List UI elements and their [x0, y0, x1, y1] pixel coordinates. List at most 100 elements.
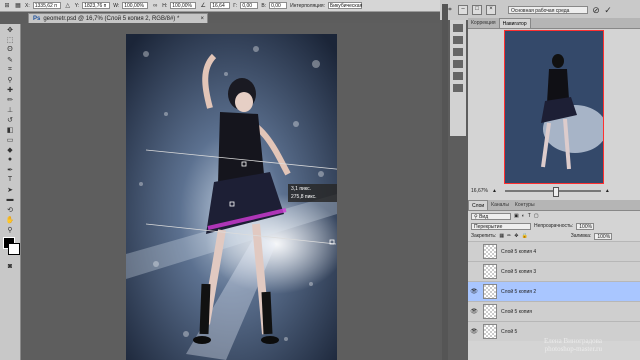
workspace-select[interactable]: Основная рабочая среда: [508, 6, 588, 14]
close-window-button[interactable]: ×: [486, 5, 496, 15]
y-field[interactable]: 1823,76 п: [82, 2, 111, 9]
history-brush-icon[interactable]: ↺: [4, 115, 16, 124]
angle-field[interactable]: 16,64: [210, 2, 231, 9]
layer-name[interactable]: Слой 5: [501, 329, 517, 335]
layer-name[interactable]: Слой 5 копия 4: [501, 249, 536, 255]
quick-mask-icon[interactable]: ◙: [4, 262, 16, 271]
interpolation-select[interactable]: Бикубическая: [327, 2, 362, 9]
maximize-button[interactable]: □: [472, 5, 482, 15]
paragraph-panel-icon[interactable]: [453, 72, 463, 80]
stamp-tool-icon[interactable]: ⊥: [4, 105, 16, 114]
visibility-eye-icon[interactable]: 👁: [468, 288, 480, 295]
visibility-eye-icon[interactable]: 👁: [468, 308, 480, 315]
eraser-tool-icon[interactable]: ◧: [4, 125, 16, 134]
brush-panel-icon[interactable]: [453, 48, 463, 56]
tab-navigator[interactable]: Навигатор: [498, 18, 531, 28]
readout-line-1: 3,1 пикс.: [291, 186, 311, 192]
layer-name[interactable]: Слой 5 копия 3: [501, 269, 536, 275]
lock-brush-icon[interactable]: ✏: [507, 233, 511, 239]
layer-row[interactable]: Слой 5 копия 3: [468, 261, 640, 281]
brush-tool-icon[interactable]: ✏: [4, 95, 16, 104]
right-panels: Коррекция Навигатор 16,67% ▲ ▲ Слои Кана…: [468, 18, 640, 360]
cancel-transform-icon[interactable]: ⊘: [592, 5, 600, 15]
path-select-icon[interactable]: ➤: [4, 185, 16, 194]
zoom-slider-knob[interactable]: [552, 187, 559, 197]
layer-name[interactable]: Слой 5 копия 2: [501, 289, 536, 295]
document-tab[interactable]: Ps geometr.psd @ 16,7% (Слой 5 копия 2, …: [28, 13, 208, 23]
tab-channels[interactable]: Каналы: [488, 200, 512, 210]
vskew-field[interactable]: 0,00: [269, 2, 288, 9]
visibility-eye-icon[interactable]: 👁: [468, 328, 480, 335]
filter-type-icon[interactable]: T: [528, 213, 531, 219]
actions-panel-icon[interactable]: [453, 36, 463, 44]
type-tool-icon[interactable]: T: [4, 175, 16, 184]
color-swatches[interactable]: [3, 237, 20, 259]
document-image[interactable]: 3,1 пикс. 275,8 пикс.: [126, 34, 337, 360]
layer-thumbnail: [483, 264, 497, 279]
marquee-tool-icon[interactable]: ⬚: [4, 35, 16, 44]
layer-name[interactable]: Слой 5 копия: [501, 309, 532, 315]
quick-select-tool-icon[interactable]: ✎: [4, 55, 16, 64]
interpolation-label: Интерполяция:: [290, 2, 325, 9]
reference-point-icon[interactable]: ▦: [14, 2, 22, 10]
layers-panel: Слои Каналы Контуры ⚲ Вид ▣ ◐ T ▢ Перекр…: [468, 200, 640, 360]
canvas-area[interactable]: 3,1 пикс. 275,8 пикс.: [22, 23, 440, 360]
lock-pixels-icon[interactable]: ▦: [499, 233, 504, 239]
filter-pixel-icon[interactable]: ▣: [514, 213, 519, 219]
filter-row: ⚲ Вид ▣ ◐ T ▢: [468, 211, 640, 221]
filter-shape-icon[interactable]: ▢: [534, 213, 539, 219]
eyedropper-tool-icon[interactable]: ⚲: [4, 75, 16, 84]
navigator-panel: Коррекция Навигатор 16,67% ▲ ▲: [468, 18, 640, 198]
opacity-field[interactable]: 100%: [576, 222, 595, 230]
layer-row[interactable]: 👁 Слой 5 копия: [468, 301, 640, 321]
height-field[interactable]: 100,00%: [170, 2, 197, 9]
navigator-zoom-row: 16,67% ▲ ▲: [468, 186, 640, 197]
zoom-slider[interactable]: [504, 187, 601, 197]
commit-transform-icon[interactable]: ✓: [604, 5, 612, 15]
background-color[interactable]: [8, 243, 20, 255]
blend-mode-select[interactable]: Перекрытие: [471, 222, 531, 230]
watermark-site: photoshop-master.ru: [544, 345, 602, 353]
zoom-in-icon[interactable]: ▲: [605, 188, 610, 194]
tab-correction[interactable]: Коррекция: [468, 18, 499, 28]
layer-row[interactable]: Слой 5 копия 4: [468, 241, 640, 261]
fill-field[interactable]: 100%: [594, 232, 613, 240]
layer-row[interactable]: 👁 Слой 5 копия 2: [468, 281, 640, 301]
blur-tool-icon[interactable]: ◆: [4, 145, 16, 154]
canvas-scrollbar[interactable]: [442, 4, 448, 360]
move-tool-icon[interactable]: ✥: [4, 25, 16, 34]
pen-tool-icon[interactable]: ✒: [4, 165, 16, 174]
navigator-zoom-value[interactable]: 16,67%: [471, 188, 488, 194]
relative-position-icon[interactable]: △: [64, 2, 72, 10]
navigator-preview[interactable]: [504, 30, 604, 184]
dodge-tool-icon[interactable]: ●: [4, 155, 16, 164]
h-label: H:: [162, 2, 168, 9]
history-panel-icon[interactable]: [453, 24, 463, 32]
lock-all-icon[interactable]: 🔒: [521, 233, 527, 239]
shape-tool-icon[interactable]: ▬: [4, 195, 16, 204]
character-panel-icon[interactable]: [453, 60, 463, 68]
hskew-field[interactable]: 0,00: [240, 2, 259, 9]
info-panel-icon[interactable]: [453, 84, 463, 92]
width-field[interactable]: 100,00%: [122, 2, 149, 9]
lock-move-icon[interactable]: ✥: [514, 233, 518, 239]
transform-tool-icon[interactable]: ⊞: [3, 2, 11, 10]
link-icon[interactable]: ∞: [151, 2, 159, 10]
gradient-tool-icon[interactable]: ▭: [4, 135, 16, 144]
lasso-tool-icon[interactable]: ʘ: [4, 45, 16, 54]
tab-paths[interactable]: Контуры: [512, 200, 538, 210]
x-field[interactable]: 1335,62 п: [32, 2, 61, 9]
watermark-author: Елена Виноградова: [544, 337, 602, 345]
minimize-button[interactable]: –: [458, 5, 468, 15]
healing-tool-icon[interactable]: ✚: [4, 85, 16, 94]
3d-rotate-icon[interactable]: ⟲: [4, 205, 16, 214]
zoom-out-icon[interactable]: ▲: [492, 188, 497, 194]
w-label: W:: [113, 2, 120, 9]
zoom-tool-icon[interactable]: ⚲: [4, 225, 16, 234]
crop-tool-icon[interactable]: ⌗: [4, 65, 16, 74]
psd-icon: Ps: [33, 16, 41, 22]
tab-layers[interactable]: Слои: [468, 200, 489, 210]
layer-kind-filter[interactable]: ⚲ Вид: [471, 212, 511, 220]
filter-adjustment-icon[interactable]: ◐: [522, 213, 525, 219]
hand-tool-icon[interactable]: ✋: [4, 215, 16, 224]
